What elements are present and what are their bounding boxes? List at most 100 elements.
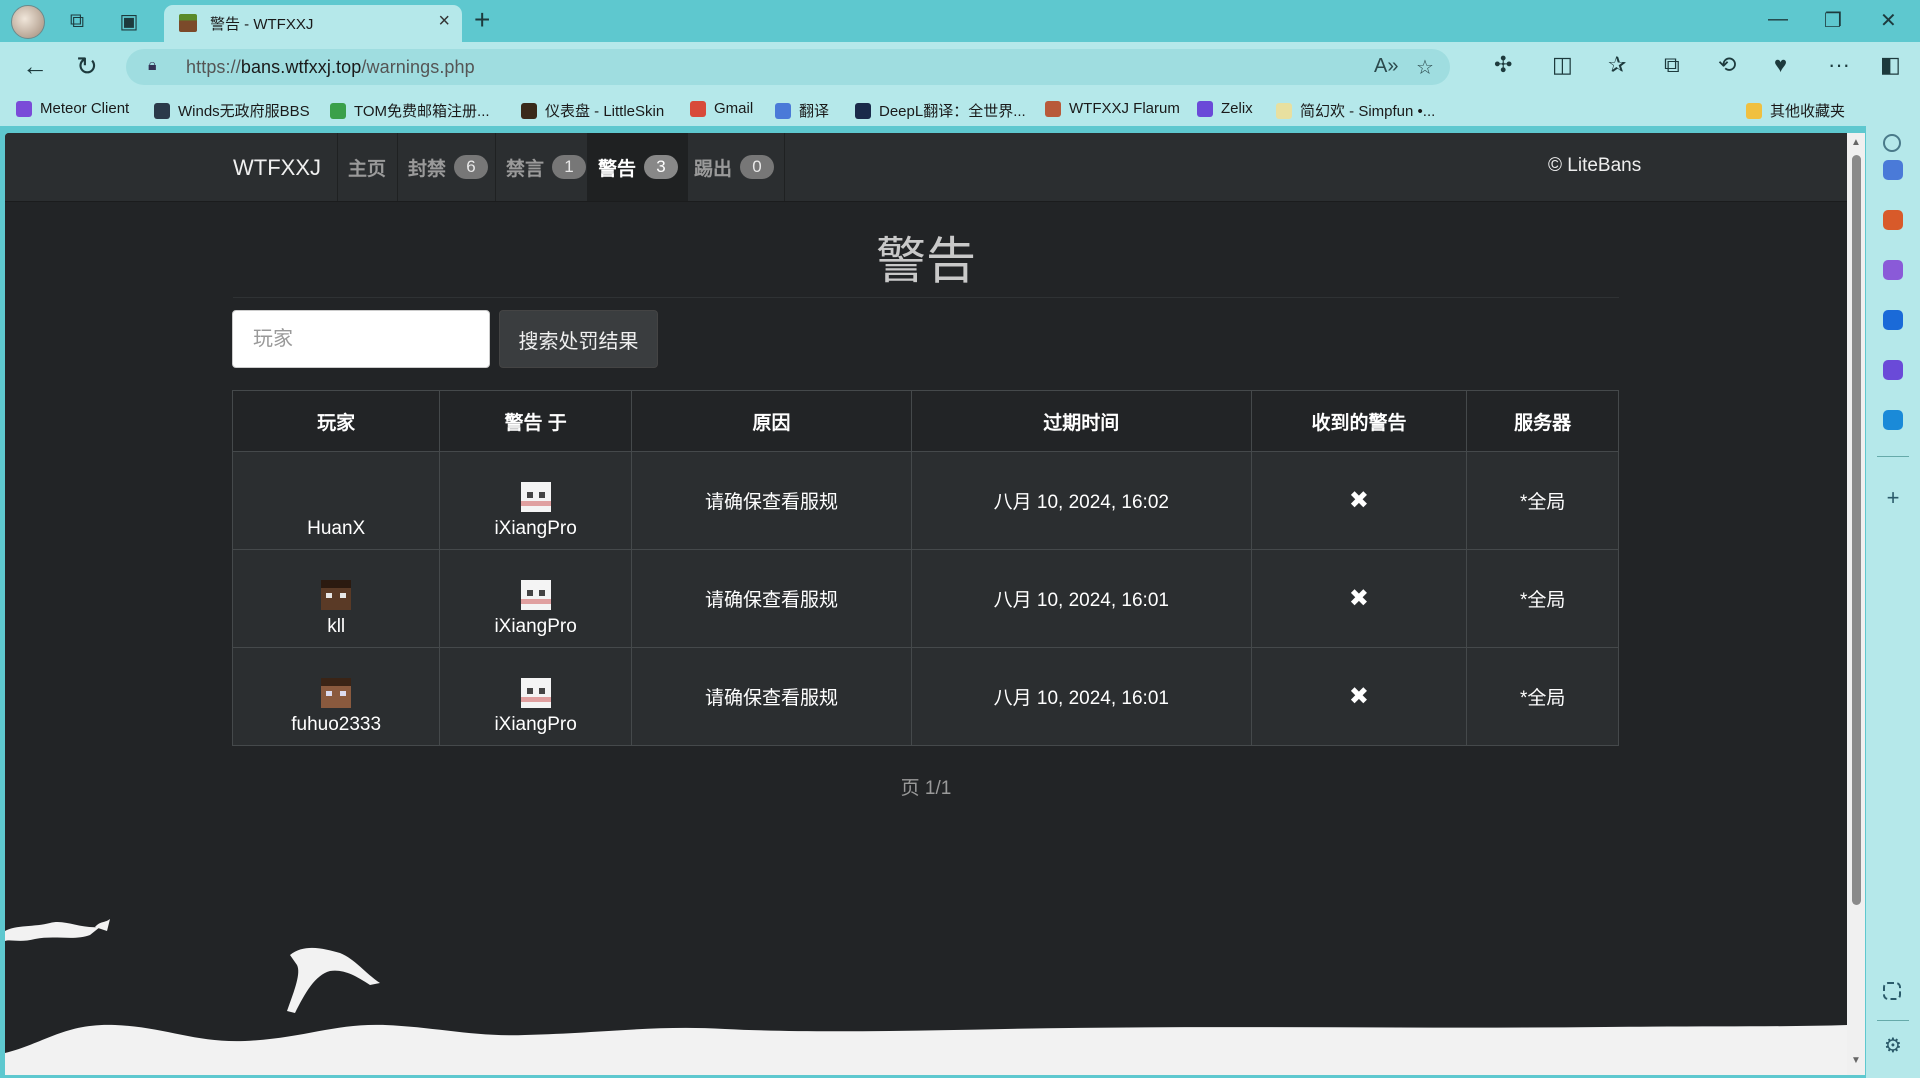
performance-icon[interactable]: ♥	[1774, 52, 1787, 78]
back-icon[interactable]: ←	[22, 51, 48, 82]
extensions-icon[interactable]: ✣	[1494, 52, 1512, 78]
profile-avatar[interactable]	[11, 5, 45, 39]
player-cell[interactable]: kll	[231, 549, 441, 648]
bookmark-meteor-client[interactable]: Meteor Client	[16, 100, 129, 117]
count-badge: 6	[454, 155, 489, 179]
url-text[interactable]: https://bans.wtfxxj.top/warnings.php	[186, 57, 475, 78]
nav-mutes[interactable]: 禁言 1	[495, 133, 596, 201]
restore-icon[interactable]: ❐	[1824, 8, 1842, 33]
site-favicon-icon	[179, 14, 197, 32]
received-cell: ✖	[1250, 647, 1468, 746]
new-tab-icon[interactable]: +	[474, 4, 490, 36]
warned-by-cell[interactable]: iXiangPro	[439, 647, 632, 746]
staff-head-icon	[520, 579, 551, 610]
read-aloud-icon[interactable]: A»	[1374, 55, 1398, 78]
address-bar[interactable]: 🔒︎ https://bans.wtfxxj.top/warnings.php …	[126, 49, 1450, 85]
column-header: 原因	[630, 390, 913, 452]
nav-bans[interactable]: 封禁 6	[397, 133, 498, 201]
bookmark-zelix[interactable]: Zelix	[1197, 100, 1253, 117]
bookmark-icon	[16, 100, 32, 117]
add-icon[interactable]: +	[1883, 487, 1903, 509]
expires-cell: 八月 10, 2024, 16:02	[911, 451, 1252, 550]
bookmarks-bar: Meteor Client Winds无政府服BBS TOM免费邮箱注册... …	[0, 92, 1920, 126]
expires-cell: 八月 10, 2024, 16:01	[911, 647, 1252, 746]
player-cell[interactable]: fuhuo2333	[231, 647, 441, 746]
server-cell: *全局	[1466, 549, 1619, 648]
litebans-credit[interactable]: © LiteBans	[1548, 155, 1641, 177]
cross-icon: ✖	[1348, 487, 1370, 514]
scroll-up-icon[interactable]: ▲	[1851, 137, 1861, 148]
reason-cell: 请确保查看服规	[630, 647, 913, 746]
window-close-icon[interactable]: ✕	[1880, 8, 1897, 33]
warnings-table: 玩家 警告 于 原因 过期时间 收到的警告 服务器 HuanX iXiangPr…	[231, 390, 1619, 746]
table-row[interactable]: fuhuo2333 iXiangPro 请确保查看服规 八月 10, 2024,…	[231, 647, 1619, 746]
bookmark-icon	[330, 102, 346, 119]
page-viewport: WTFXXJ 主页 封禁 6 禁言 1 警告 3 踢出 0 © LiteBans 警告 …	[5, 133, 1847, 1075]
bookmark-littleskin[interactable]: 仪表盘 - LittleSkin	[521, 100, 664, 121]
nav-warnings[interactable]: 警告 3	[587, 133, 689, 201]
bookmark-icon	[154, 102, 170, 119]
title-divider	[233, 297, 1619, 298]
tab-warnings[interactable]: 警告 - WTFXXJ ×	[164, 5, 462, 42]
nav-kicks[interactable]: 踢出 0	[683, 133, 786, 201]
close-icon[interactable]: ×	[438, 10, 450, 33]
count-badge: 3	[644, 155, 679, 179]
split-screen-icon[interactable]: ◫	[1552, 52, 1573, 78]
column-header: 警告 于	[439, 390, 632, 452]
screenshot-icon[interactable]	[1883, 982, 1901, 1000]
server-cell: *全局	[1466, 451, 1619, 550]
site-brand[interactable]: WTFXXJ	[233, 155, 321, 181]
favorites-icon[interactable]: ✰	[1608, 52, 1626, 78]
bookmark-icon	[521, 102, 537, 119]
lock-icon[interactable]: 🔒︎	[148, 57, 157, 75]
reason-cell: 请确保查看服规	[630, 451, 913, 550]
collections-icon[interactable]: ⧉	[1664, 52, 1680, 78]
page-scrollbar[interactable]: ▲ ▼	[1847, 133, 1865, 1075]
bookmark-wtfxxj-flarum[interactable]: WTFXXJ Flarum	[1045, 100, 1180, 117]
browser-titlebar: ⧉ ▣ 警告 - WTFXXJ × + — ❐ ✕	[0, 0, 1920, 42]
warned-by-cell[interactable]: iXiangPro	[439, 451, 632, 550]
scrollbar-thumb[interactable]	[1852, 155, 1861, 905]
bookmark-simpfun[interactable]: 简幻欢 - Simpfun •...	[1276, 100, 1435, 121]
send-icon[interactable]	[1883, 410, 1903, 430]
search-punishments-button[interactable]: 搜索处罚结果	[499, 310, 658, 368]
table-row[interactable]: kll iXiangPro 请确保查看服规 八月 10, 2024, 16:01…	[231, 549, 1619, 648]
outlook-icon[interactable]	[1883, 310, 1903, 330]
column-header: 玩家	[231, 390, 441, 452]
more-menu-icon[interactable]: ···	[1828, 52, 1850, 78]
minimize-icon[interactable]: —	[1768, 8, 1788, 31]
copilot-icon[interactable]	[1883, 160, 1903, 180]
tools-icon[interactable]	[1883, 210, 1903, 230]
search-icon[interactable]	[1883, 134, 1901, 152]
player-search-input[interactable]	[232, 310, 490, 368]
page-title: 警告	[876, 233, 976, 289]
settings-gear-icon[interactable]: ⚙	[1883, 1036, 1903, 1056]
bookmark-tom-mail[interactable]: TOM免费邮箱注册...	[330, 100, 490, 121]
bookmark-gmail[interactable]: Gmail	[690, 100, 753, 117]
site-navbar: WTFXXJ 主页 封禁 6 禁言 1 警告 3 踢出 0 © LiteBans	[5, 133, 1847, 202]
scroll-down-icon[interactable]: ▼	[1851, 1055, 1861, 1066]
column-header: 服务器	[1466, 390, 1619, 452]
warned-by-cell[interactable]: iXiangPro	[439, 549, 632, 648]
tab-actions-icon[interactable]: ▣	[114, 6, 144, 36]
bookmark-translate[interactable]: 翻译	[775, 100, 829, 121]
workspaces-icon[interactable]: ⧉	[62, 6, 92, 36]
favorite-star-icon[interactable]: ☆	[1416, 55, 1434, 80]
refresh-icon[interactable]: ↻	[76, 51, 98, 82]
received-cell: ✖	[1250, 451, 1468, 550]
table-row[interactable]: HuanX iXiangPro 请确保查看服规 八月 10, 2024, 16:…	[231, 451, 1619, 550]
bookmark-icon	[690, 100, 706, 117]
player-head-icon	[321, 579, 352, 610]
nav-home[interactable]: 主页	[337, 133, 396, 201]
folder-icon	[1746, 102, 1762, 119]
history-icon[interactable]: ⟲	[1718, 52, 1736, 78]
bookmark-winds-bbs[interactable]: Winds无政府服BBS	[154, 100, 310, 121]
drop-icon[interactable]	[1883, 360, 1903, 380]
player-cell[interactable]: HuanX	[231, 451, 441, 550]
bookmark-other-folder[interactable]: 其他收藏夹	[1746, 100, 1845, 121]
sidebar-divider	[1877, 456, 1909, 457]
bookmark-deepl[interactable]: DeepL翻译：全世界...	[855, 100, 1026, 121]
games-icon[interactable]	[1883, 260, 1903, 280]
decorative-waves	[5, 919, 1847, 1075]
sidebar-toggle-icon[interactable]: ◧	[1880, 52, 1901, 78]
